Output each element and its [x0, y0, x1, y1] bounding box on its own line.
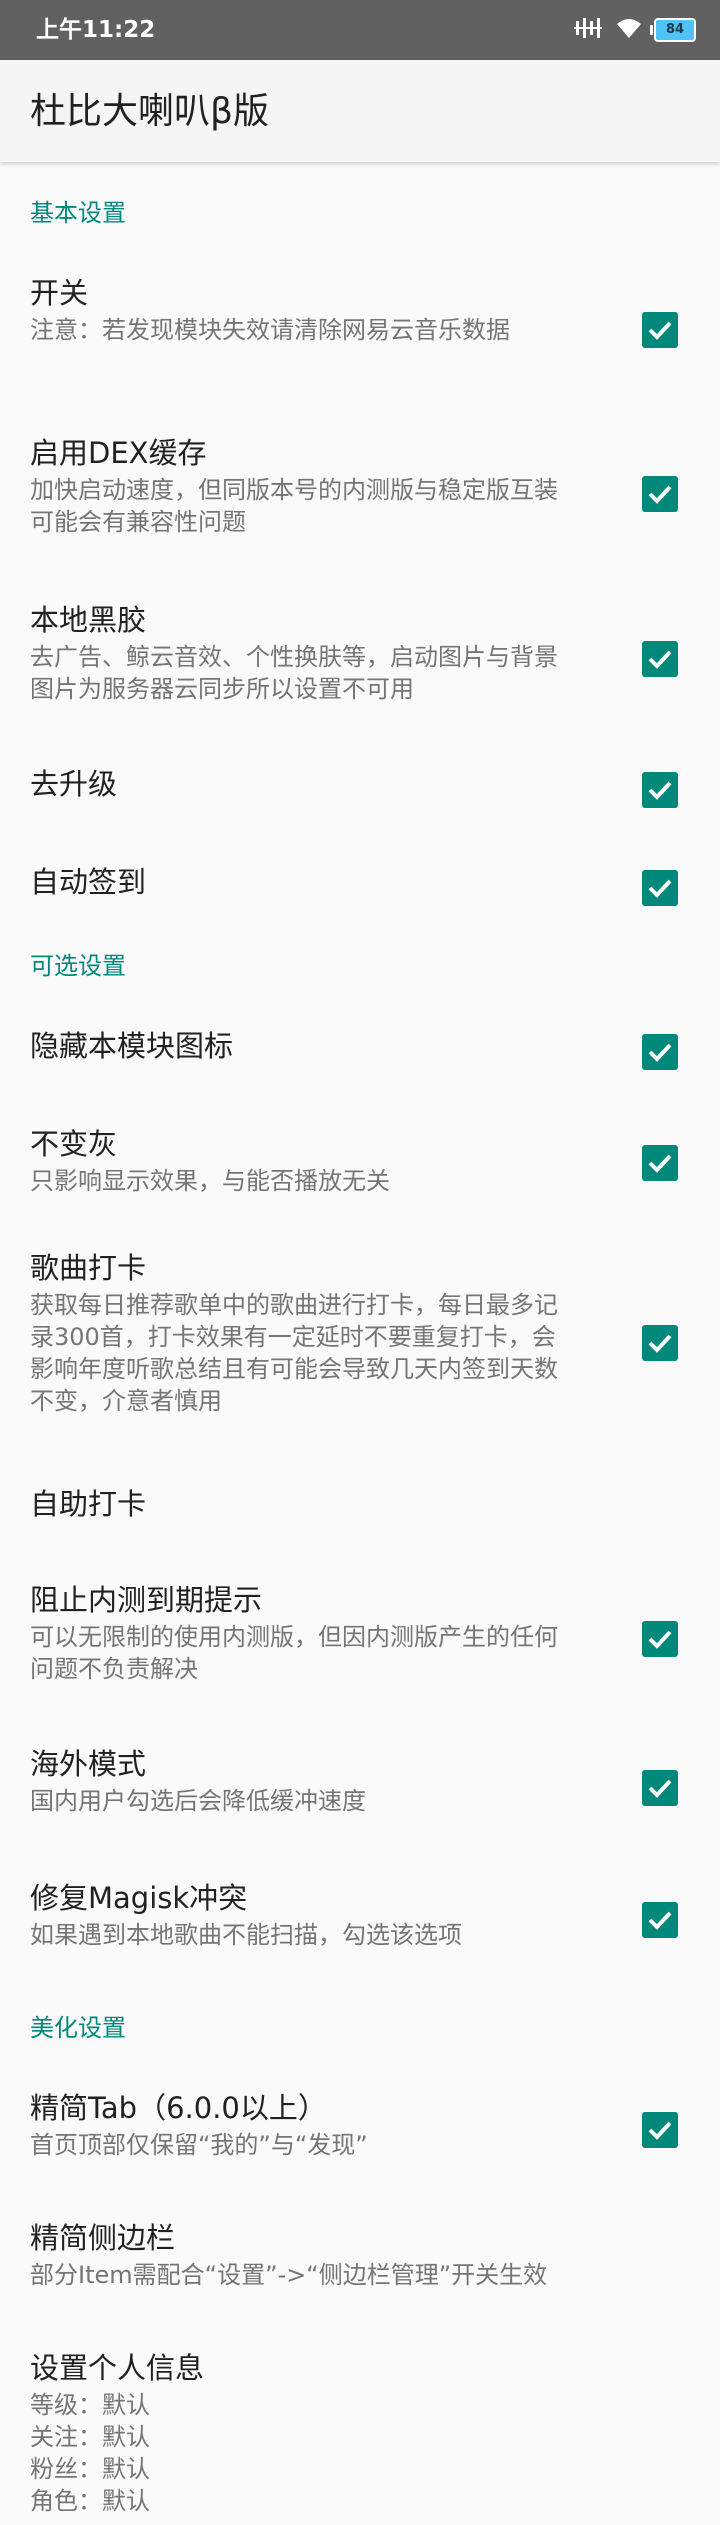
pref-title: 开关	[30, 276, 89, 310]
checkbox-checked-icon[interactable]	[642, 475, 678, 512]
status-icons: 84	[574, 16, 696, 44]
pref-title: 去升级	[30, 767, 118, 801]
pref-summary: 获取每日推荐歌单中的歌曲进行打卡，每日最多记 录300首，打卡效果有一定延时不要…	[30, 1291, 558, 1415]
category-optional: 可选设置	[0, 937, 720, 1003]
pref-summary: 去广告、鲸云音效、个性换肤等，启动图片与背景 图片为服务器云同步所以设置不可用	[30, 643, 558, 703]
pref-no-gray[interactable]: 不变灰 只影响显示效果，与能否播放无关	[0, 1101, 720, 1225]
pref-summary: 国内用户勾选后会降低缓冲速度	[30, 1787, 366, 1815]
pref-title: 不变灰	[30, 1127, 118, 1161]
checkbox-checked-icon[interactable]	[642, 870, 678, 906]
category-basic: 基本设置	[0, 162, 720, 250]
pref-simple-tab[interactable]: 精简Tab（6.0.0以上） 首页顶部仅保留“我的”与“发现”	[0, 2065, 720, 2195]
settings-list: 基本设置 开关 注意：若发现模块失效请清除网易云音乐数据 启用DEX缓存 加快启…	[0, 162, 720, 2525]
pref-title: 海外模式	[30, 1747, 147, 1781]
pref-switch[interactable]: 开关 注意：若发现模块失效请清除网易云音乐数据	[0, 250, 720, 410]
pref-summary: 可以无限制的使用内测版，但因内测版产生的任何 问题不负责解决	[30, 1623, 558, 1683]
status-time: 上午11:22	[36, 17, 156, 43]
pref-song-punch[interactable]: 歌曲打卡 获取每日推荐歌单中的歌曲进行打卡，每日最多记 录300首，打卡效果有一…	[0, 1225, 720, 1461]
pref-summary: 如果遇到本地歌曲不能扫描，勾选该选项	[30, 1921, 462, 1949]
category-beautify: 美化设置	[0, 1985, 720, 2065]
pref-title: 修复Magisk冲突	[30, 1881, 248, 1915]
checkbox-checked-icon[interactable]	[642, 1325, 678, 1361]
pref-title: 阻止内测到期提示	[30, 1583, 263, 1617]
pref-title: 本地黑胶	[30, 603, 147, 637]
pref-title: 启用DEX缓存	[30, 436, 207, 470]
app-bar: 杜比大喇叭β版	[0, 60, 720, 162]
pref-no-upgrade[interactable]: 去升级	[0, 741, 720, 839]
battery-icon: 84	[650, 18, 696, 42]
pref-hide-icon[interactable]: 隐藏本模块图标	[0, 1003, 720, 1101]
pref-simple-sidebar[interactable]: 精简侧边栏 部分Item需配合“设置”->“侧边栏管理”开关生效	[0, 2195, 720, 2325]
pref-summary: 只影响显示效果，与能否播放无关	[30, 1167, 390, 1195]
pref-summary: 首页顶部仅保留“我的”与“发现”	[30, 2131, 368, 2159]
checkbox-checked-icon[interactable]	[642, 312, 678, 348]
checkbox-checked-icon[interactable]	[642, 1145, 678, 1181]
checkbox-checked-icon[interactable]	[642, 1034, 678, 1070]
pref-block-expire[interactable]: 阻止内测到期提示 可以无限制的使用内测版，但因内测版产生的任何 问题不负责解决	[0, 1557, 720, 1721]
checkbox-checked-icon[interactable]	[642, 2112, 678, 2148]
pref-title: 精简Tab（6.0.0以上）	[30, 2091, 327, 2125]
pref-summary: 注意：若发现模块失效请清除网易云音乐数据	[30, 316, 510, 344]
pref-title: 歌曲打卡	[30, 1251, 147, 1285]
pref-summary: 等级：默认 关注：默认 粉丝：默认 角色：默认	[30, 2391, 150, 2515]
pref-title: 自助打卡	[30, 1487, 147, 1521]
checkbox-checked-icon[interactable]	[642, 641, 678, 677]
pref-auto-sign[interactable]: 自动签到	[0, 839, 720, 937]
category-title: 可选设置	[30, 952, 126, 980]
category-title: 美化设置	[30, 2014, 126, 2042]
pref-title: 隐藏本模块图标	[30, 1029, 234, 1063]
pref-overseas[interactable]: 海外模式 国内用户勾选后会降低缓冲速度	[0, 1721, 720, 1855]
pref-summary: 部分Item需配合“设置”->“侧边栏管理”开关生效	[30, 2261, 548, 2289]
pref-title: 精简侧边栏	[30, 2221, 176, 2255]
app-title: 杜比大喇叭β版	[30, 91, 269, 132]
pref-dex-cache[interactable]: 启用DEX缓存 加快启动速度，但同版本号的内测版与稳定版互装 可能会有兼容性问题	[0, 410, 720, 577]
category-title: 基本设置	[30, 199, 126, 227]
pref-self-punch[interactable]: 自助打卡	[0, 1461, 720, 1557]
pref-title: 自动签到	[30, 865, 147, 899]
pref-summary: 加快启动速度，但同版本号的内测版与稳定版互装 可能会有兼容性问题	[30, 476, 558, 536]
pref-local-vinyl[interactable]: 本地黑胶 去广告、鲸云音效、个性换肤等，启动图片与背景 图片为服务器云同步所以设…	[0, 577, 720, 741]
pref-magisk-fix[interactable]: 修复Magisk冲突 如果遇到本地歌曲不能扫描，勾选该选项	[0, 1855, 720, 1985]
status-bar: 上午11:22 84	[0, 0, 720, 60]
checkbox-checked-icon[interactable]	[642, 1621, 678, 1657]
checkbox-checked-icon[interactable]	[642, 1770, 678, 1806]
checkbox-checked-icon[interactable]	[642, 772, 678, 808]
pref-user-info[interactable]: 设置个人信息 等级：默认 关注：默认 粉丝：默认 角色：默认	[0, 2325, 720, 2525]
pref-title: 设置个人信息	[30, 2351, 205, 2385]
wifi-icon	[616, 17, 642, 43]
checkbox-checked-icon[interactable]	[642, 1902, 678, 1938]
vibrate-icon	[574, 16, 604, 44]
